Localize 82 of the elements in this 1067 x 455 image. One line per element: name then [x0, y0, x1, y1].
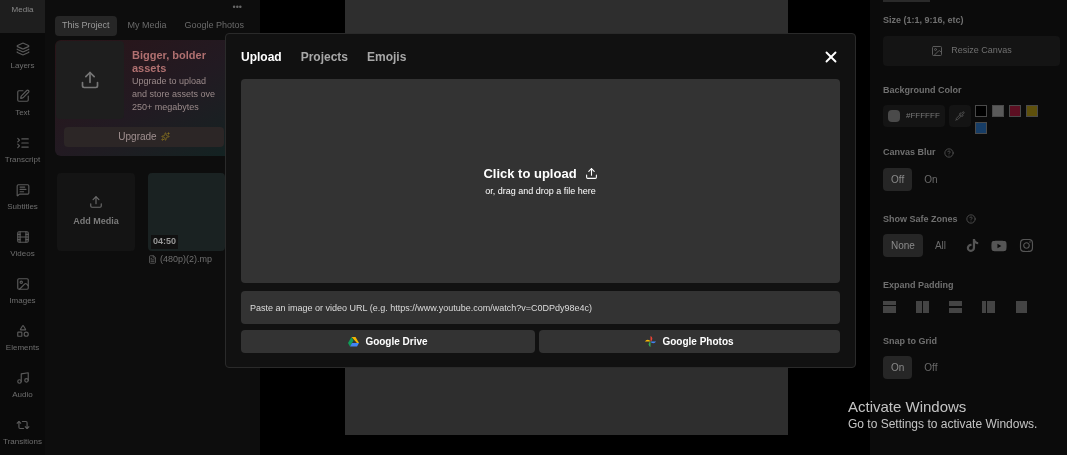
rail-item[interactable]: Transcript — [0, 127, 45, 174]
speech-bubble-icon — [15, 182, 30, 197]
toggle-option[interactable]: On — [883, 356, 913, 379]
rail-item[interactable]: Layers — [0, 33, 45, 80]
pen-square-icon — [15, 88, 30, 103]
setting-label: Size (1:1, 9:16, etc) — [883, 14, 964, 27]
rail-item[interactable]: Elements — [0, 315, 45, 362]
help-icon[interactable] — [965, 214, 976, 225]
color-swatch[interactable] — [991, 105, 1004, 117]
dialog-tab[interactable]: Upload — [241, 47, 282, 66]
media-tab[interactable]: This Project — [55, 16, 117, 36]
drive-logo-icon — [348, 336, 360, 347]
upload-icon — [89, 194, 103, 209]
toggle-option[interactable]: Off — [916, 356, 946, 379]
activation-title: Activate Windows — [848, 398, 968, 416]
add-media-button[interactable]: Add Media — [57, 172, 135, 251]
padding-layout-icon[interactable] — [1015, 300, 1028, 313]
image-frame-icon — [931, 44, 944, 57]
upload-icon — [80, 69, 100, 90]
music-note-icon — [15, 370, 30, 385]
layers-icon — [15, 41, 30, 56]
color-value: #FFFFFF — [906, 110, 940, 122]
promo-text: 250+ megabytes — [132, 100, 200, 114]
setting-label: Background Color — [883, 83, 962, 97]
media-tab[interactable]: Google Photos — [177, 16, 252, 36]
rail-item[interactable]: Transitions — [0, 409, 45, 455]
import-button[interactable]: Google Photos — [539, 330, 840, 353]
eyedropper-button[interactable] — [948, 105, 971, 127]
dropzone-title: Click to upload — [483, 164, 577, 183]
color-swatch[interactable] — [1025, 105, 1038, 117]
resize-canvas-button[interactable]: Resize Canvas — [883, 35, 1060, 66]
help-icon[interactable] — [943, 147, 954, 158]
instagram-icon[interactable] — [1019, 238, 1035, 253]
url-input-field[interactable]: Paste an image or video URL (e.g. https://www.youtube.com/watch?v=C0DPdy98e4c) — [241, 291, 840, 324]
color-swatch[interactable] — [1008, 105, 1021, 117]
file-icon — [148, 254, 157, 264]
rail-item[interactable]: Videos — [0, 221, 45, 268]
color-swatch[interactable] — [974, 122, 987, 134]
dialog-tab[interactable]: Projects — [300, 47, 349, 66]
padding-layout-icon[interactable] — [916, 300, 929, 313]
promo-text: Upgrade to upload — [132, 74, 208, 88]
padding-layout-icon[interactable] — [982, 300, 995, 313]
setting-label: Show Safe Zones — [883, 212, 958, 226]
rail-item[interactable]: Images — [0, 268, 45, 315]
pinwheel-logo-icon — [645, 336, 657, 347]
eyedropper-icon — [954, 111, 965, 121]
text-lines-icon — [15, 135, 30, 150]
padding-layout-icon[interactable] — [949, 300, 962, 313]
file-name: (480p)(2).mp — [160, 252, 213, 266]
padding-layout-icon[interactable] — [883, 300, 896, 313]
setting-label: Expand Padding — [883, 279, 954, 292]
setting-label: Snap to Grid — [883, 334, 937, 348]
dialog-tab[interactable]: Emojis — [367, 47, 407, 66]
video-thumbnail[interactable]: 04:50 — [148, 172, 225, 251]
toggle-option[interactable]: On — [916, 167, 946, 191]
promo-title: Bigger, bolder assets — [132, 48, 207, 75]
color-swatch[interactable] — [974, 105, 987, 117]
rail-item[interactable]: Audio — [0, 362, 45, 409]
duration-label: 04:50 — [151, 235, 179, 249]
color-field[interactable]: #FFFFFF — [883, 105, 945, 127]
film-icon — [15, 229, 30, 244]
import-button[interactable]: Google Drive — [241, 330, 535, 353]
toggle-option[interactable]: All — [926, 234, 955, 257]
upload-icon — [584, 166, 598, 180]
rail-item[interactable]: Subtitles — [0, 174, 45, 221]
promo-text: and store assets ove — [132, 87, 216, 101]
toggle-option[interactable]: None — [883, 234, 923, 257]
image-icon — [15, 276, 30, 291]
upload-dropzone[interactable]: Click to upload or, drag and drop a file here — [241, 79, 840, 283]
tiktok-icon[interactable] — [966, 239, 980, 252]
activation-message: Go to Settings to activate Windows. — [848, 416, 1038, 432]
more-button[interactable]: ••• — [232, 0, 242, 14]
shapes-icon — [15, 323, 30, 338]
dropzone-subtitle: or, drag and drop a file here — [485, 185, 596, 198]
rail-item[interactable]: Media — [0, 0, 45, 33]
sparkle-icon — [160, 132, 170, 141]
color-preview — [888, 110, 900, 122]
rail-item[interactable]: Text — [0, 80, 45, 127]
upgrade-button[interactable]: Upgrade — [64, 126, 224, 147]
setting-label: Canvas Blur — [883, 146, 936, 159]
media-tab[interactable]: My Media — [120, 16, 174, 36]
toggle-option[interactable]: Off — [883, 167, 913, 191]
